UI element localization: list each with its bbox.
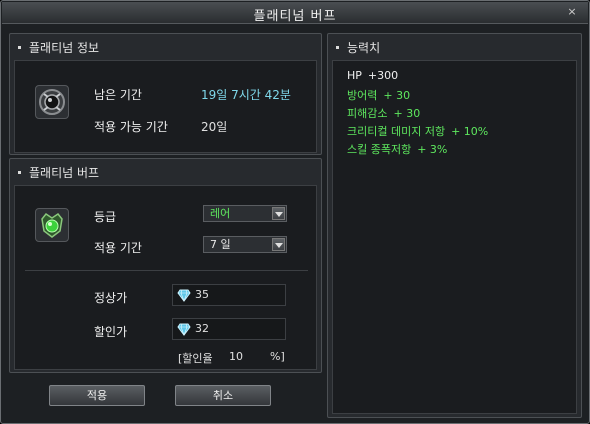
applicable-period-value: 20일 xyxy=(201,120,228,134)
bullet-icon xyxy=(18,46,21,49)
stat-value: + 10% xyxy=(451,125,489,138)
grade-value: 레어 xyxy=(210,207,231,220)
green-gem-emblem-icon xyxy=(35,208,69,242)
discount-value: 10 xyxy=(229,350,243,363)
remaining-period-value: 19일 7시간 42분 xyxy=(201,88,291,102)
window-title: 플래티넘 버프 xyxy=(253,9,337,24)
applicable-period-label: 적용 가능 기간 xyxy=(94,120,168,134)
bullet-icon xyxy=(18,171,21,174)
stat-name: HP xyxy=(347,69,362,82)
grade-label: 등급 xyxy=(94,210,117,224)
platinum-info-header: 플래티넘 정보 xyxy=(29,41,100,55)
normal-price-label: 정상가 xyxy=(94,291,128,305)
sale-price-field: 32 xyxy=(172,318,286,340)
discount-label: [할인율 xyxy=(178,352,213,365)
diamond-icon xyxy=(177,289,191,302)
remaining-period-label: 남은 기간 xyxy=(94,88,142,102)
close-icon[interactable]: × xyxy=(566,6,578,18)
platinum-info-body: 남은 기간 19일 7시간 42분 적용 가능 기간 20일 xyxy=(14,60,317,153)
discount-unit: %] xyxy=(270,350,285,363)
stats-body: HP +300 방어력 + 30 피해감소 + 30 크리티컬 데미지 저항 + 10%… xyxy=(332,60,577,414)
period-value: 7 일 xyxy=(210,238,231,251)
sale-price-label: 할인가 xyxy=(94,325,128,339)
stat-value: + 3% xyxy=(417,143,448,156)
stat-value: + 30 xyxy=(393,107,421,120)
normal-price-field: 35 xyxy=(172,284,286,306)
stat-line: 방어력 + 30 xyxy=(347,87,410,103)
stat-name: 피해감소 xyxy=(347,107,388,120)
platinum-info-panel: 플래티넘 정보 남은 기간 19일 7시간 42분 적용 가능 기간 20일 xyxy=(9,33,322,155)
platinum-buff-header: 플래티넘 버프 xyxy=(29,166,100,180)
dark-emblem-icon xyxy=(35,85,69,119)
apply-button[interactable]: 적용 xyxy=(49,385,145,406)
stat-line: HP +300 xyxy=(347,69,398,82)
chevron-down-icon[interactable] xyxy=(272,238,285,251)
period-select[interactable]: 7 일 xyxy=(203,236,287,253)
stat-value: + 30 xyxy=(383,89,411,102)
platinum-buff-body: 등급 레어 적용 기간 7 일 정상가 35 할인가 32 [할인율 10 %] xyxy=(14,185,317,370)
stat-value: +300 xyxy=(367,69,399,82)
bullet-icon xyxy=(336,46,339,49)
stat-line: 피해감소 + 30 xyxy=(347,105,420,121)
stat-name: 크리티컬 데미지 저항 xyxy=(347,125,446,138)
stat-name: 방어력 xyxy=(347,89,378,102)
sale-price-value: 32 xyxy=(195,322,209,335)
platinum-buff-panel: 플래티넘 버프 등급 레어 적용 기간 7 일 정상가 35 할인가 32 [할… xyxy=(9,158,322,373)
platinum-buff-window: 플래티넘 버프 × 플래티넘 정보 남은 기간 19일 7시간 42분 적용 가… xyxy=(0,0,590,424)
title-bar[interactable]: 플래티넘 버프 × xyxy=(2,2,588,24)
period-label: 적용 기간 xyxy=(94,241,142,255)
grade-select[interactable]: 레어 xyxy=(203,205,287,222)
normal-price-value: 35 xyxy=(195,288,209,301)
stats-panel: 능력치 HP +300 방어력 + 30 피해감소 + 30 크리티컬 데미지 저항 +… xyxy=(327,33,582,418)
stat-name: 스킬 종폭저항 xyxy=(347,143,412,156)
stats-header: 능력치 xyxy=(347,41,381,55)
stat-line: 크리티컬 데미지 저항 + 10% xyxy=(347,123,488,139)
divider xyxy=(25,270,308,271)
cancel-button[interactable]: 취소 xyxy=(175,385,271,406)
chevron-down-icon[interactable] xyxy=(272,207,285,220)
diamond-icon xyxy=(177,323,191,336)
stat-line: 스킬 종폭저항 + 3% xyxy=(347,141,447,157)
